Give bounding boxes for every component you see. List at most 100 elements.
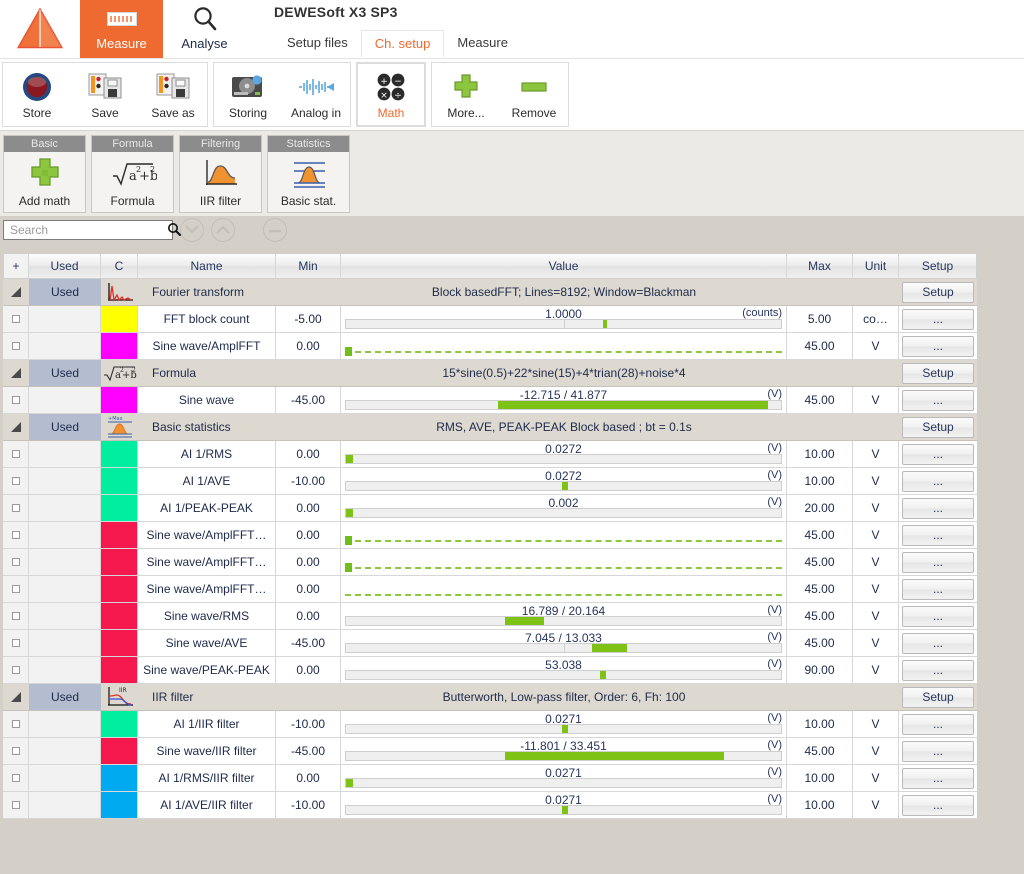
value-track[interactable] [345, 778, 782, 788]
table-row[interactable]: AI 1/AVE -10.00 0.0272 (V) 10.00 V... [3, 468, 977, 495]
row-min[interactable]: 0.00 [276, 522, 341, 548]
group-used-label[interactable]: Used [29, 360, 101, 386]
header-name[interactable]: Name [138, 253, 276, 279]
row-selector[interactable] [3, 333, 29, 359]
row-color-swatch[interactable] [101, 306, 138, 332]
row-used-cell[interactable] [29, 522, 101, 548]
row-color-swatch[interactable] [101, 711, 138, 737]
row-unit[interactable]: V [853, 468, 899, 494]
row-color-swatch[interactable] [101, 549, 138, 575]
row-selector[interactable] [3, 576, 29, 602]
row-setup-button[interactable]: ... [902, 470, 974, 492]
table-row[interactable]: Sine wave/RMS 0.00 16.789 / 20.164 (V) 45.00… [3, 603, 977, 630]
header-used[interactable]: Used [29, 253, 101, 279]
row-unit[interactable]: V [853, 711, 899, 737]
value-track[interactable] [345, 805, 782, 815]
row-max[interactable]: 20.00 [787, 495, 853, 521]
row-color-swatch[interactable] [101, 738, 138, 764]
group-used-label[interactable]: Used [29, 414, 101, 440]
row-max[interactable]: 10.00 [787, 711, 853, 737]
header-value[interactable]: Value [341, 253, 787, 279]
row-setup-button[interactable]: ... [902, 308, 974, 330]
row-max[interactable]: 45.00 [787, 333, 853, 359]
row-color-swatch[interactable] [101, 765, 138, 791]
row-min[interactable]: 0.00 [276, 576, 341, 602]
more-button[interactable]: More... [432, 63, 500, 126]
row-setup-button[interactable]: ... [902, 605, 974, 627]
row-min[interactable]: 0.00 [276, 549, 341, 575]
row-selector[interactable] [3, 765, 29, 791]
row-min[interactable]: 0.00 [276, 441, 341, 467]
row-unit[interactable]: V [853, 495, 899, 521]
row-used-cell[interactable] [29, 630, 101, 656]
table-row[interactable]: AI 1/RMS/IIR filter 0.00 0.0271 (V) 10.00 V..… [3, 765, 977, 792]
row-max[interactable]: 10.00 [787, 441, 853, 467]
search-input[interactable] [8, 222, 167, 238]
value-track[interactable] [345, 481, 782, 491]
row-used-cell[interactable] [29, 495, 101, 521]
group-setup-button[interactable]: Setup [902, 416, 974, 438]
save-button[interactable]: Save [71, 63, 139, 126]
table-row[interactable]: Sine wave/PEAK-PEAK 0.00 53.038 (V) 90.00 V..… [3, 657, 977, 684]
value-track[interactable] [345, 670, 782, 680]
row-used-cell[interactable] [29, 333, 101, 359]
row-setup-button[interactable]: ... [902, 497, 974, 519]
row-selector[interactable] [3, 738, 29, 764]
header-min[interactable]: Min [276, 253, 341, 279]
row-min[interactable]: 0.00 [276, 495, 341, 521]
row-selector[interactable] [3, 495, 29, 521]
row-unit[interactable]: V [853, 333, 899, 359]
row-setup-button[interactable]: ... [902, 335, 974, 357]
row-selector[interactable] [3, 522, 29, 548]
row-selector[interactable] [3, 549, 29, 575]
row-color-swatch[interactable] [101, 576, 138, 602]
row-color-swatch[interactable] [101, 630, 138, 656]
row-setup-button[interactable]: ... [902, 524, 974, 546]
table-row[interactable]: Sine wave/AmplFFT… 0.00 45.00 V... [3, 549, 977, 576]
row-selector[interactable] [3, 792, 29, 818]
row-used-cell[interactable] [29, 603, 101, 629]
table-group-row[interactable]: Used +Max Basic statistics RMS, AVE, PEAK-P… [3, 414, 977, 441]
iir-filter-button[interactable]: IIR filter [180, 152, 261, 212]
header-max[interactable]: Max [787, 253, 853, 279]
row-selector[interactable] [3, 468, 29, 494]
row-max[interactable]: 45.00 [787, 738, 853, 764]
group-setup-button[interactable]: Setup [902, 281, 974, 303]
row-setup-button[interactable]: ... [902, 389, 974, 411]
group-setup-button[interactable]: Setup [902, 362, 974, 384]
value-track[interactable] [345, 454, 782, 464]
save-as-button[interactable]: Save as [139, 63, 207, 126]
row-setup-button[interactable]: ... [902, 740, 974, 762]
row-unit[interactable]: V [853, 576, 899, 602]
value-track[interactable] [345, 616, 782, 626]
table-group-row[interactable]: Used a 2 +b 2 Formula 15*sine(0.5)+22*sine(15)… [3, 360, 977, 387]
row-used-cell[interactable] [29, 441, 101, 467]
row-color-swatch[interactable] [101, 657, 138, 683]
header-setup[interactable]: Setup [899, 253, 977, 279]
row-selector[interactable] [3, 387, 29, 413]
collapse-group-button[interactable] [263, 218, 287, 242]
row-color-swatch[interactable] [101, 603, 138, 629]
row-max[interactable]: 45.00 [787, 387, 853, 413]
row-setup-button[interactable]: ... [902, 794, 974, 816]
row-unit[interactable]: V [853, 765, 899, 791]
row-unit[interactable]: V [853, 387, 899, 413]
row-setup-button[interactable]: ... [902, 578, 974, 600]
value-track[interactable] [345, 400, 782, 410]
row-min[interactable]: 0.00 [276, 333, 341, 359]
row-used-cell[interactable] [29, 738, 101, 764]
row-min[interactable]: 0.00 [276, 603, 341, 629]
row-setup-button[interactable]: ... [902, 632, 974, 654]
group-expander[interactable] [3, 360, 29, 386]
row-selector[interactable] [3, 711, 29, 737]
storing-button[interactable]: Storing [214, 63, 282, 126]
row-color-swatch[interactable] [101, 522, 138, 548]
math-button[interactable]: + − × ÷ Math [357, 63, 425, 126]
row-min[interactable]: -45.00 [276, 630, 341, 656]
row-used-cell[interactable] [29, 306, 101, 332]
row-used-cell[interactable] [29, 387, 101, 413]
row-min[interactable]: -45.00 [276, 738, 341, 764]
tab-setup-files[interactable]: Setup files [274, 30, 361, 57]
remove-button[interactable]: Remove [500, 63, 568, 126]
row-used-cell[interactable] [29, 792, 101, 818]
